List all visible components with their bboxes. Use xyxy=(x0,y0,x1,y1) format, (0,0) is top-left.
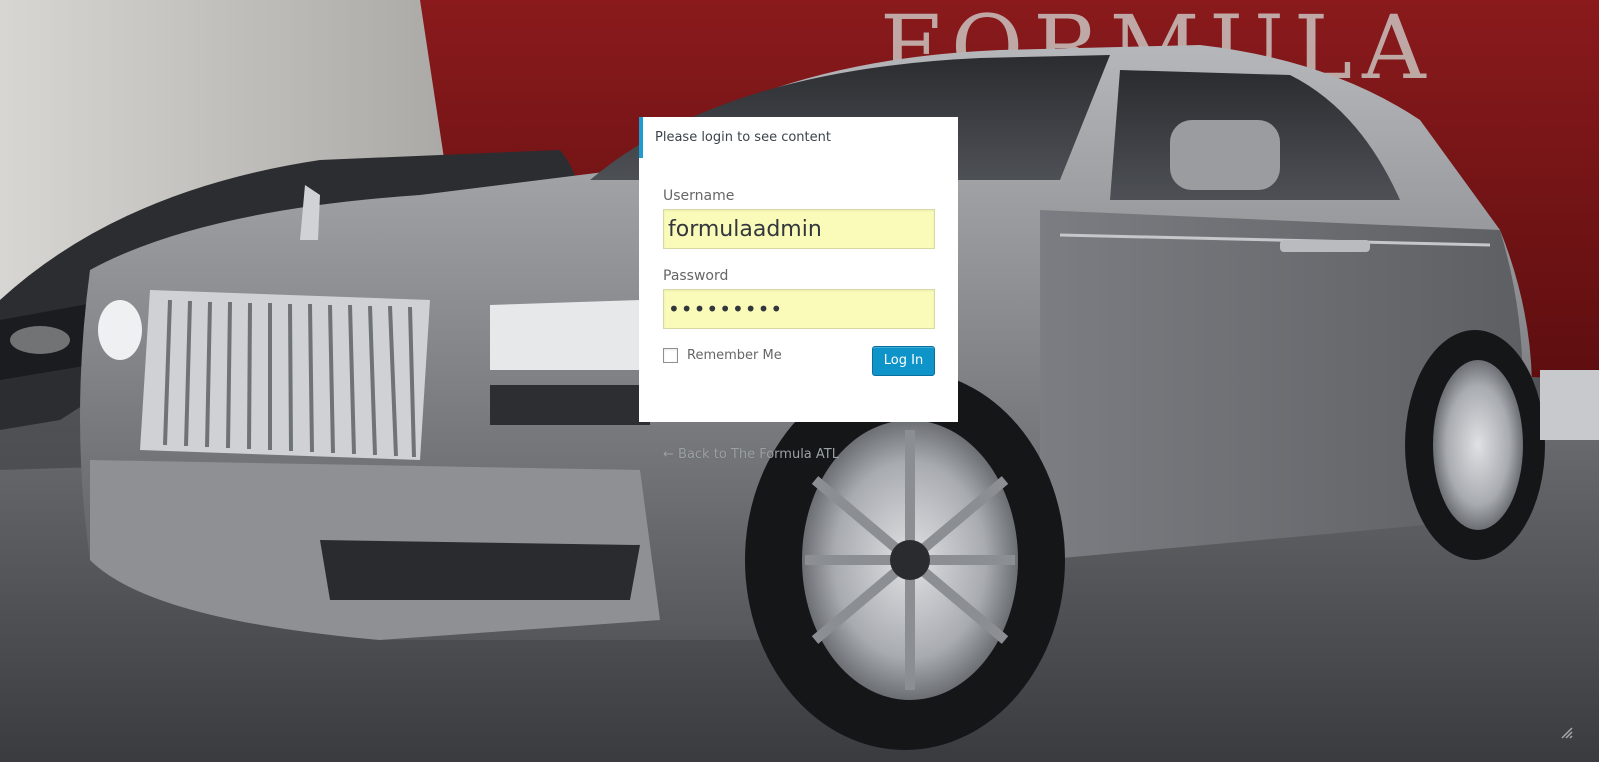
remember-me-label[interactable]: Remember Me xyxy=(687,348,782,363)
login-form: Username Password ••••••••• Remember Me … xyxy=(639,158,958,422)
remember-me[interactable]: Remember Me xyxy=(663,348,782,363)
login-button[interactable]: Log In xyxy=(872,346,935,376)
password-input[interactable]: ••••••••• xyxy=(663,289,935,329)
password-label: Password xyxy=(663,268,729,284)
username-label: Username xyxy=(663,188,735,204)
back-to-site-link[interactable]: ← Back to The Formula ATL xyxy=(663,447,839,462)
username-input[interactable] xyxy=(663,209,935,249)
resize-grip-icon xyxy=(1561,727,1573,739)
login-message: Please login to see content xyxy=(639,117,958,158)
remember-me-checkbox[interactable] xyxy=(663,348,678,363)
